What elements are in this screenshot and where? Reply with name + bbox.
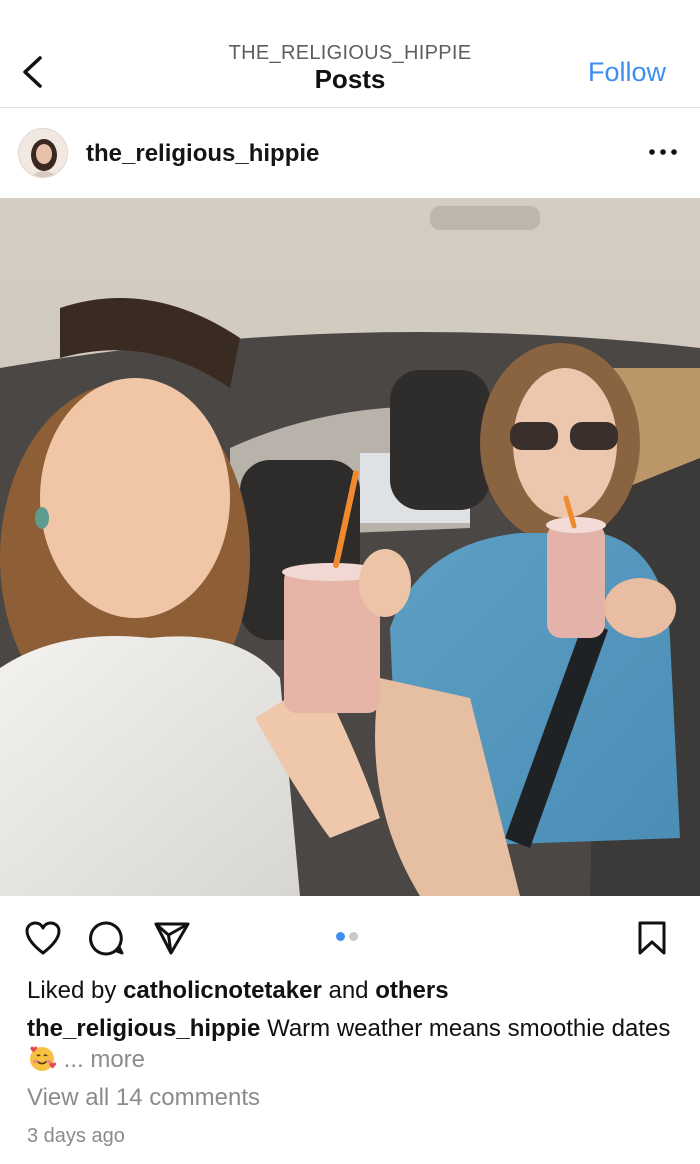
view-comments-link[interactable]: View all 14 comments xyxy=(27,1084,260,1112)
liked-user-link[interactable]: catholicnotetaker xyxy=(123,977,322,1004)
comment-icon[interactable] xyxy=(88,920,126,956)
caption-more-link[interactable]: ... more xyxy=(64,1046,145,1073)
heart-icon[interactable] xyxy=(24,920,62,956)
liked-others-link[interactable]: others xyxy=(375,977,448,1004)
carousel-indicator xyxy=(336,928,362,946)
send-icon[interactable] xyxy=(153,920,191,956)
post-actions xyxy=(0,896,700,976)
likes-summary: Liked by catholicnotetaker and others xyxy=(27,977,449,1005)
follow-button[interactable]: Follow xyxy=(588,57,666,88)
caption-text: Warm weather means smoothie dates xyxy=(267,1015,671,1042)
more-horizontal-icon[interactable] xyxy=(648,146,678,158)
liked-and: and xyxy=(328,977,369,1004)
post-photo[interactable] xyxy=(0,198,700,896)
top-navigation-bar: THE_RELIGIOUS_HIPPIE Posts Follow xyxy=(0,0,700,108)
post-caption: the_religious_hippie Warm weather means … xyxy=(27,1013,677,1075)
smiling-face-with-hearts-icon xyxy=(30,1046,57,1071)
carousel-dot-active xyxy=(336,932,345,941)
liked-prefix: Liked by xyxy=(27,977,117,1004)
post-header: the_religious_hippie xyxy=(0,108,700,198)
post-username[interactable]: the_religious_hippie xyxy=(86,140,319,168)
avatar[interactable] xyxy=(18,128,68,178)
caption-username[interactable]: the_religious_hippie xyxy=(27,1015,260,1042)
post-timestamp: 3 days ago xyxy=(27,1125,125,1147)
bookmark-icon[interactable] xyxy=(636,920,668,956)
carousel-dot xyxy=(349,932,358,941)
